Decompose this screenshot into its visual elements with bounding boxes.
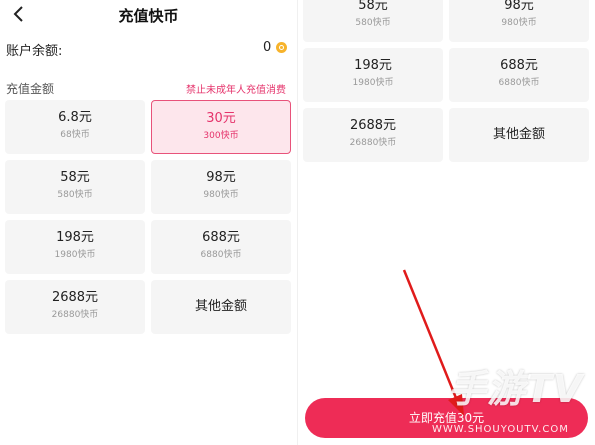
option-card-688[interactable]: 688元 6880快币: [151, 220, 291, 274]
option-card-198[interactable]: 198元 1980快币: [5, 220, 145, 274]
option-coins: 980快币: [203, 190, 239, 200]
option-coins: 1980快币: [352, 78, 394, 88]
coin-icon: [276, 42, 287, 53]
option-amount: 198元: [56, 230, 94, 245]
option-coins: 300快币: [203, 131, 239, 141]
option-coins: 580快币: [355, 18, 391, 28]
option-amount: 98元: [206, 170, 236, 185]
option-amount: 98元: [504, 0, 534, 13]
option-amount: 58元: [60, 170, 90, 185]
option-card-2688[interactable]: 2688元 26880快币: [5, 280, 145, 334]
option-card-98[interactable]: 98元 980快币: [151, 160, 291, 214]
option-amount: 688元: [202, 230, 240, 245]
option-coins: 26880快币: [349, 138, 397, 148]
option-coins: 6880快币: [498, 78, 540, 88]
option-card-30-selected[interactable]: 30元 300快币: [151, 100, 291, 154]
option-card-other[interactable]: 其他金额: [449, 108, 589, 162]
option-amount: 688元: [500, 58, 538, 73]
option-amount: 30元: [206, 111, 236, 126]
option-amount: 其他金额: [194, 299, 247, 314]
minor-notice: 禁止未成年人充值消费: [186, 85, 286, 96]
option-coins: 68快币: [60, 130, 90, 140]
option-card-58[interactable]: 58元 580快币: [303, 0, 443, 42]
page-title: 充值快币: [118, 7, 179, 25]
option-coins: 980快币: [501, 18, 537, 28]
option-card-6-8[interactable]: 6.8元 68快币: [5, 100, 145, 154]
option-coins: 1980快币: [54, 250, 96, 260]
option-card-58[interactable]: 58元 580快币: [5, 160, 145, 214]
watermark-url: WWW.SHOUYOUTV.COM: [432, 424, 569, 435]
option-coins: 26880快币: [51, 310, 99, 320]
balance-label: 账户余额:: [6, 44, 63, 59]
option-amount: 其他金额: [492, 127, 545, 142]
option-amount: 2688元: [349, 118, 397, 133]
balance-value: 0: [263, 40, 272, 55]
option-amount: 2688元: [51, 290, 99, 305]
option-card-688[interactable]: 688元 6880快币: [449, 48, 589, 102]
watermark-logo: 手游TV: [448, 367, 584, 411]
option-card-other[interactable]: 其他金额: [151, 280, 291, 334]
recharge-amount-label: 充值金额: [6, 82, 55, 96]
option-card-2688[interactable]: 2688元 26880快币: [303, 108, 443, 162]
option-card-198[interactable]: 198元 1980快币: [303, 48, 443, 102]
option-coins: 580快币: [57, 190, 93, 200]
option-card-98[interactable]: 98元 980快币: [449, 0, 589, 42]
recharge-screen-left: 充值快币 账户余额: 0 充值金额 禁止未成年人充值消费 6.8元 68快币 3…: [0, 0, 297, 445]
option-coins: 6880快币: [200, 250, 242, 260]
option-amount: 6.8元: [58, 110, 92, 125]
option-amount: 58元: [358, 0, 388, 13]
option-amount: 198元: [354, 58, 392, 73]
